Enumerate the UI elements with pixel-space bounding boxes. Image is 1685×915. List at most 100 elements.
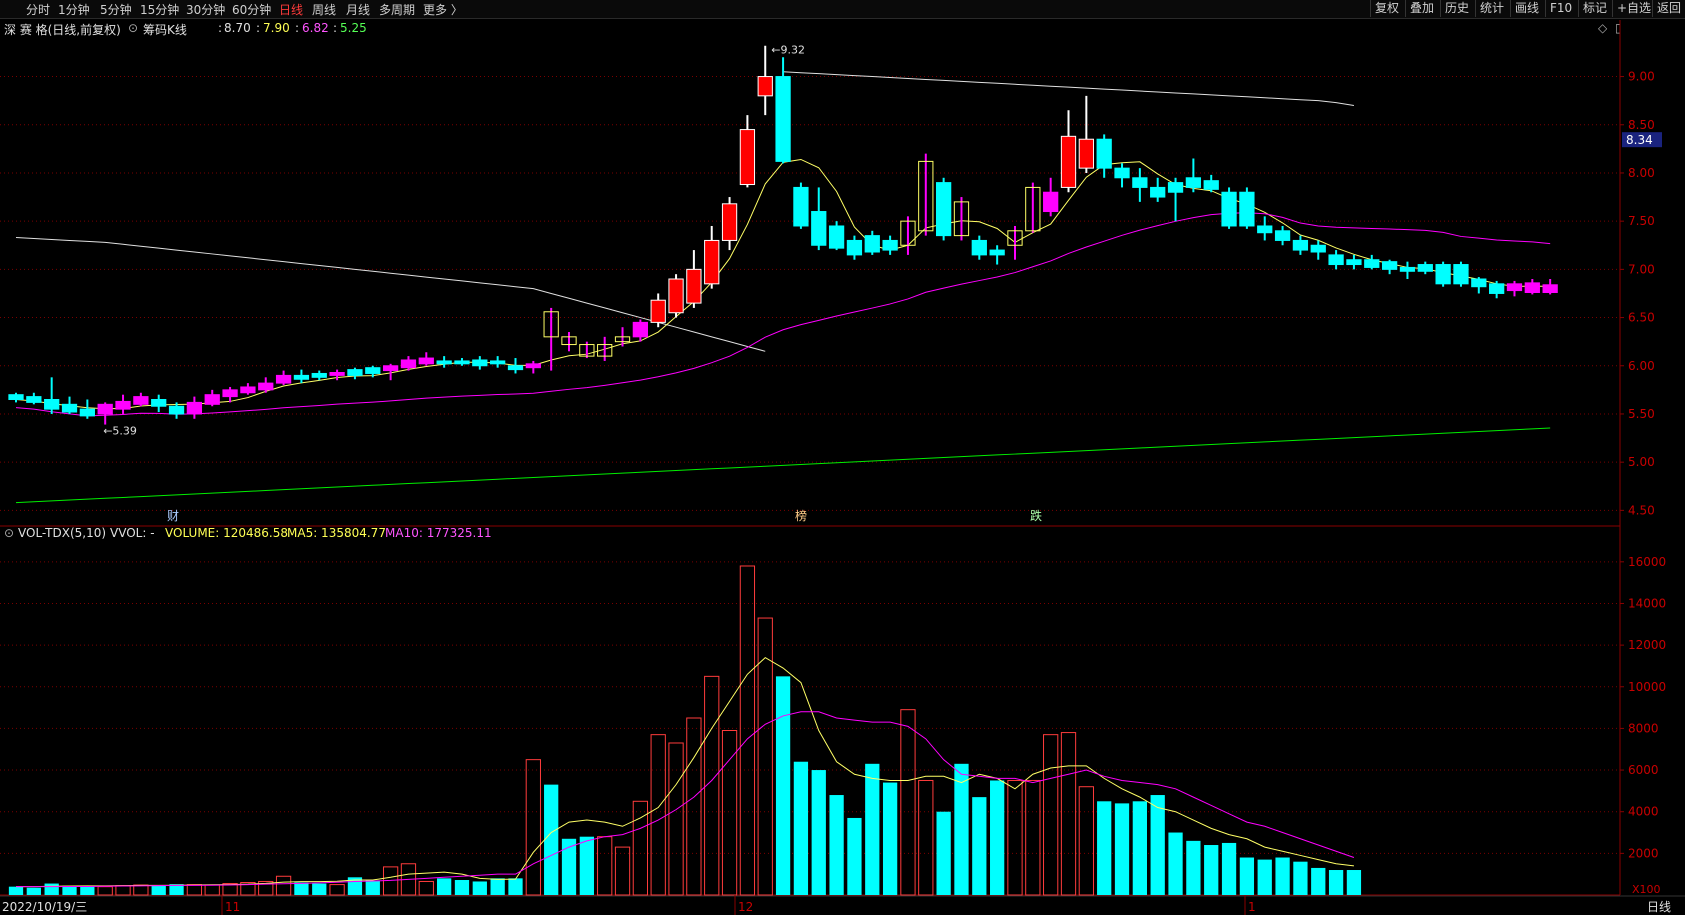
candle-body: [1364, 259, 1380, 268]
volume-bar: [1239, 857, 1255, 895]
period-tab-30min[interactable]: 30分钟: [186, 1, 225, 18]
price-tick-label: 5.00: [1628, 455, 1655, 469]
volume-bar: [472, 881, 487, 895]
period-tab-multi[interactable]: 多周期: [379, 1, 415, 18]
candle-body: [1524, 282, 1540, 293]
back-button[interactable]: 返回: [1652, 0, 1685, 17]
volume-bar: [668, 742, 684, 896]
volume-bar: [1257, 859, 1272, 895]
fuquan-button[interactable]: 复权: [1370, 0, 1403, 17]
f10-button[interactable]: F10: [1545, 0, 1576, 17]
volume-bar: [115, 885, 131, 896]
candle-body: [882, 239, 898, 251]
candle-body: [44, 399, 60, 410]
volume-indicator-name[interactable]: VOL-TDX(5,10): [18, 526, 106, 540]
volume-bar: [169, 884, 184, 895]
volume-bar: [793, 761, 809, 895]
volume-bar: [1060, 732, 1077, 896]
diamond-icon[interactable]: ◇: [1598, 21, 1607, 35]
volume-bar: [614, 846, 631, 896]
candle-body: [1257, 225, 1273, 234]
ma5-price-line: [15, 158, 1551, 410]
volume-bar: [151, 885, 166, 895]
volume-bar: [882, 782, 898, 895]
period-tab-monthly[interactable]: 月线: [346, 1, 370, 18]
candle-body: [311, 372, 327, 378]
draw-button[interactable]: 画线: [1510, 0, 1543, 17]
mark-button[interactable]: 标记: [1578, 0, 1611, 17]
candle-body: [793, 186, 809, 227]
candle-body: [543, 311, 559, 338]
stats-button[interactable]: 统计: [1475, 0, 1508, 17]
overlay-button[interactable]: 叠加: [1405, 0, 1438, 17]
period-tab-15min[interactable]: 15分钟: [140, 1, 179, 18]
candle-body: [472, 359, 488, 367]
volume-bar: [811, 770, 826, 895]
volume-bar: [1275, 857, 1290, 895]
price-tick-label: 9.00: [1628, 70, 1655, 84]
period-tab-5min[interactable]: 5分钟: [100, 1, 132, 18]
candle-body: [614, 336, 631, 343]
volume-toggle-icon[interactable]: ⊙: [4, 526, 14, 540]
info-value-2: 7.90: [263, 21, 290, 35]
candle-body: [739, 129, 756, 186]
volume-bar: [1025, 779, 1041, 896]
volume-bar: [597, 836, 613, 896]
top-toolbar: 分时 1分钟 5分钟 15分钟 30分钟 60分钟 日线 周线 月线 多周期 更…: [0, 0, 1685, 19]
volume-bar: [240, 882, 256, 896]
candle-body: [828, 225, 845, 249]
event-label: 跌: [1030, 508, 1042, 523]
volume-bar: [1293, 861, 1308, 895]
candle-body: [918, 160, 934, 232]
info-value-4: 5.25: [340, 21, 367, 35]
candle-body: [1007, 230, 1023, 246]
period-tab-weekly[interactable]: 周线: [312, 1, 336, 18]
ma10-value: MA10: 177325.11: [385, 526, 492, 540]
volume-tick-label: 6000: [1628, 763, 1659, 777]
volume-bar: [686, 717, 702, 896]
history-button[interactable]: 历史: [1440, 0, 1473, 17]
volume-bar: [1311, 867, 1326, 895]
period-tab-fenshi[interactable]: 分时: [26, 1, 50, 18]
volume-ma10-line: [16, 711, 1355, 888]
candle-body: [1060, 135, 1077, 188]
high-marker: ←9.32: [771, 44, 805, 57]
candle-body: [1096, 138, 1112, 169]
window-icon[interactable]: ▯: [1615, 21, 1622, 35]
volume-bar: [775, 676, 791, 895]
volume-bar: [508, 878, 523, 895]
ma-green-line: [15, 427, 1551, 504]
candle-body: [1114, 167, 1130, 179]
period-tab-60min[interactable]: 60分钟: [232, 1, 271, 18]
volume-bar: [347, 877, 363, 895]
candle-body: [240, 386, 256, 394]
candle-body: [704, 239, 720, 285]
candle-body: [775, 76, 791, 162]
volume-bar: [936, 811, 951, 895]
volume-bar: [186, 884, 203, 896]
volume-info-bar: ⊙ VOL-TDX(5,10) VVOL: - VOLUME: 120486.5…: [0, 525, 1620, 541]
candle-body: [1239, 191, 1255, 227]
volume-bar: [1007, 779, 1023, 896]
month-label: 12: [738, 900, 753, 914]
more-menu[interactable]: 更多 〉: [423, 1, 463, 18]
add-watchlist-button[interactable]: +自选: [1612, 0, 1655, 17]
period-tab-1min[interactable]: 1分钟: [58, 1, 90, 18]
volume-bar: [62, 885, 77, 895]
candle-body: [1292, 239, 1309, 251]
period-tab-daily[interactable]: 日线: [279, 1, 303, 18]
candle-body: [436, 360, 452, 365]
indicator-toggle-icon[interactable]: ⊙: [128, 21, 138, 35]
candle-body: [168, 405, 185, 415]
price-tick-label: 8.00: [1628, 166, 1655, 180]
volume-bar: [1043, 734, 1059, 896]
candle-body: [1542, 284, 1558, 293]
ma-white-line-1: [15, 237, 766, 352]
candle-body: [97, 403, 113, 415]
candle-body: [1417, 264, 1433, 272]
indicator-name[interactable]: 筹码K线: [143, 21, 187, 38]
ma-white-line-2: [783, 71, 1355, 106]
candle-body: [151, 399, 167, 407]
candle-body: [8, 394, 24, 400]
month-label: 11: [225, 900, 240, 914]
